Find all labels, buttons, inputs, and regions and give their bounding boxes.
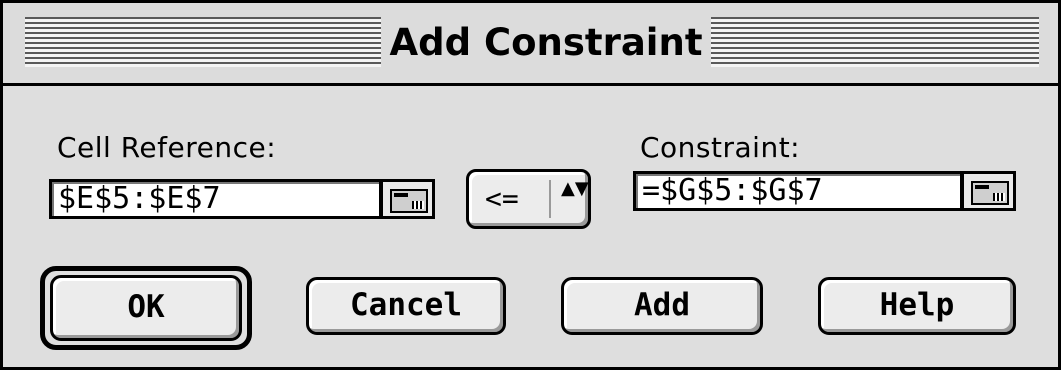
- cell-reference-label: Cell Reference:: [57, 131, 277, 164]
- cell-reference-input[interactable]: $E$5:$E$7: [49, 179, 382, 219]
- dialog-title: Add Constraint: [381, 13, 711, 73]
- title-bar-stripes-right: [711, 17, 1039, 67]
- constraint-input[interactable]: =$G$5:$G$7: [633, 171, 963, 211]
- help-button[interactable]: Help: [818, 277, 1016, 335]
- operator-value: <=: [485, 182, 519, 215]
- constraint-collapse-button[interactable]: [961, 171, 1016, 211]
- cancel-button[interactable]: Cancel: [306, 277, 506, 335]
- cell-reference-collapse-button[interactable]: [380, 179, 435, 219]
- ok-button[interactable]: OK: [50, 275, 242, 341]
- title-bar[interactable]: Add Constraint: [3, 3, 1058, 86]
- range-collapse-icon: [971, 181, 1009, 205]
- operator-divider: [549, 180, 551, 218]
- constraint-label: Constraint:: [640, 131, 801, 164]
- operator-select[interactable]: <= ▲▼: [466, 169, 591, 229]
- up-down-arrows-icon: ▲▼: [561, 178, 589, 199]
- add-constraint-dialog: Add Constraint Cell Reference: $E$5:$E$7…: [0, 0, 1061, 370]
- title-bar-stripes-left: [25, 17, 381, 67]
- add-button[interactable]: Add: [561, 277, 763, 335]
- range-collapse-icon: [390, 189, 428, 213]
